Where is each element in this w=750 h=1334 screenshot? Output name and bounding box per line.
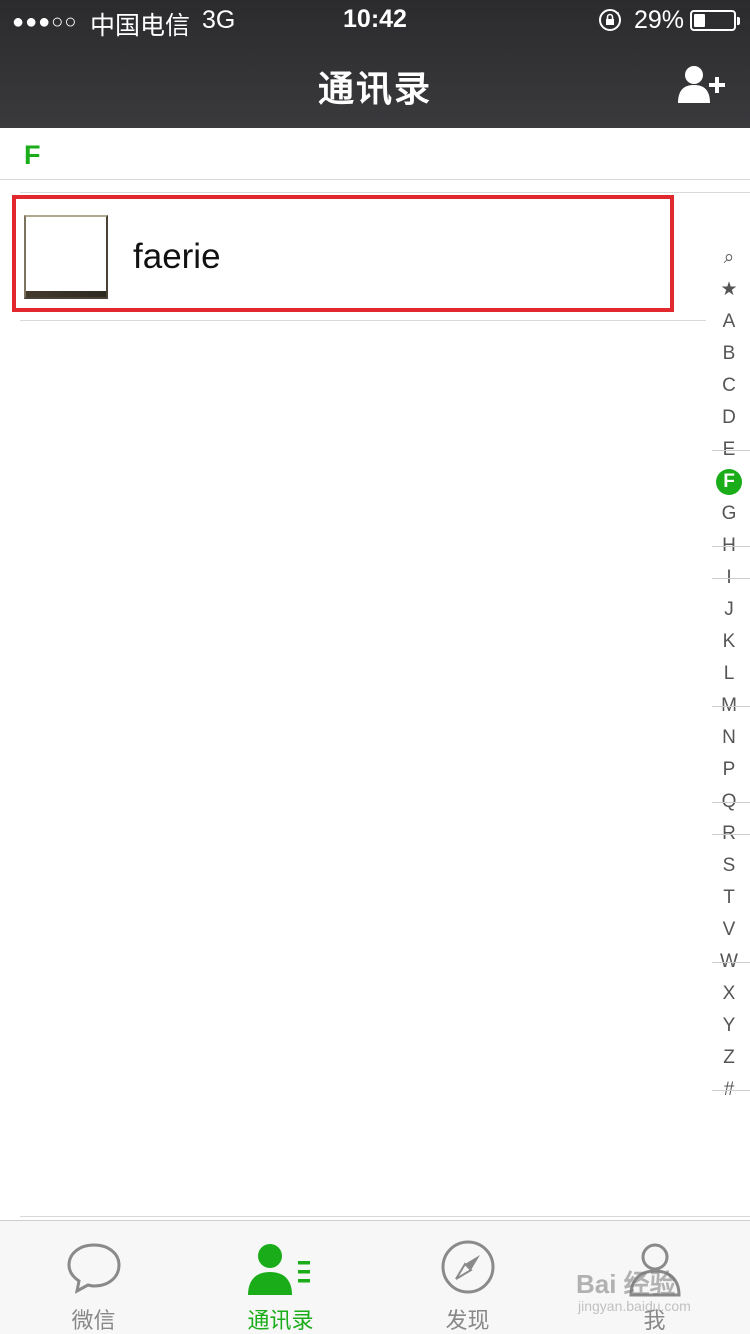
index-letter[interactable]: F [708, 466, 750, 498]
tab-contacts[interactable]: 通讯录 [187, 1221, 374, 1334]
compass-icon [441, 1240, 494, 1294]
battery-fill [694, 14, 705, 27]
index-letter-text: L [723, 663, 735, 684]
tab-discover[interactable]: 发现 [374, 1221, 561, 1334]
divider [712, 1090, 750, 1091]
contact-avatar [24, 215, 108, 299]
index-letter-text: V [722, 919, 736, 940]
divider [712, 546, 750, 547]
page-title: 通讯录 [317, 68, 432, 109]
index-letter[interactable]: T [708, 882, 750, 914]
contact-row[interactable]: faerie [0, 193, 700, 320]
divider [712, 962, 750, 963]
index-letter-text: ★ [720, 279, 738, 300]
index-letter[interactable]: L [708, 658, 750, 690]
add-contact-icon[interactable] [676, 64, 728, 104]
index-letter-text: B [722, 343, 736, 364]
tab-chats[interactable]: 微信 [0, 1221, 187, 1334]
tab-label: 发现 [445, 1308, 490, 1333]
index-letter-text: F [723, 471, 735, 492]
battery-icon [690, 10, 740, 31]
index-letter-text: P [722, 759, 736, 780]
top-bar: ●●●○○ 中国电信 3G 10:42 29% 通讯录 [0, 0, 750, 128]
alphabet-index-bar[interactable]: ⌕★ABCDEFGHIJKLMNPQRSTVWXYZ# [708, 242, 750, 1106]
watermark: Bai 经验 [576, 1269, 676, 1299]
contact-name: faerie [133, 237, 221, 276]
section-letter: F [24, 140, 41, 170]
index-letter[interactable]: ⌕ [708, 242, 750, 274]
index-letter[interactable]: J [708, 594, 750, 626]
index-letter-text: A [722, 311, 736, 332]
watermark-sub: jingyan.baidu.com [578, 1298, 691, 1314]
index-letter[interactable]: G [708, 498, 750, 530]
index-letter[interactable]: P [708, 754, 750, 786]
divider [20, 1216, 750, 1217]
tab-label: 通讯录 [247, 1308, 314, 1333]
divider [712, 834, 750, 835]
divider [712, 802, 750, 803]
index-letter[interactable]: D [708, 402, 750, 434]
divider [712, 450, 750, 451]
index-letter-text: J [724, 599, 734, 620]
index-letter[interactable]: V [708, 914, 750, 946]
index-letter[interactable]: X [708, 978, 750, 1010]
index-letter-text: K [722, 631, 736, 652]
avatar-shade [26, 291, 106, 297]
index-letter[interactable]: Z [708, 1042, 750, 1074]
divider [20, 320, 706, 321]
index-letter-text: ⌕ [723, 247, 735, 268]
index-letter[interactable]: Y [708, 1010, 750, 1042]
index-letter-text: Y [722, 1015, 736, 1036]
divider [712, 706, 750, 707]
index-letter-text: T [723, 887, 735, 908]
index-letter[interactable]: ★ [708, 274, 750, 306]
divider [712, 578, 750, 579]
index-letter-text: Z [723, 1047, 735, 1068]
index-letter[interactable]: K [708, 626, 750, 658]
tab-label: 微信 [71, 1308, 116, 1333]
index-letter-text: S [722, 855, 736, 876]
index-letter-text: C [722, 375, 736, 396]
contacts-icon [247, 1244, 310, 1295]
chat-bubble-icon [66, 1243, 121, 1294]
index-letter-text: N [722, 727, 736, 748]
index-letter-text: G [721, 503, 737, 524]
index-letter[interactable]: N [708, 722, 750, 754]
index-letter-text: X [722, 983, 736, 1004]
battery-nub [737, 17, 740, 25]
index-letter[interactable]: A [708, 306, 750, 338]
index-letter[interactable]: S [708, 850, 750, 882]
index-letter-text: D [722, 407, 736, 428]
index-letter[interactable]: B [708, 338, 750, 370]
section-header: F [0, 128, 750, 180]
rotation-lock-icon [599, 9, 621, 31]
index-letter[interactable]: C [708, 370, 750, 402]
battery-percent: 29% [634, 6, 685, 34]
status-bar: ●●●○○ 中国电信 3G 10:42 29% [0, 0, 750, 40]
